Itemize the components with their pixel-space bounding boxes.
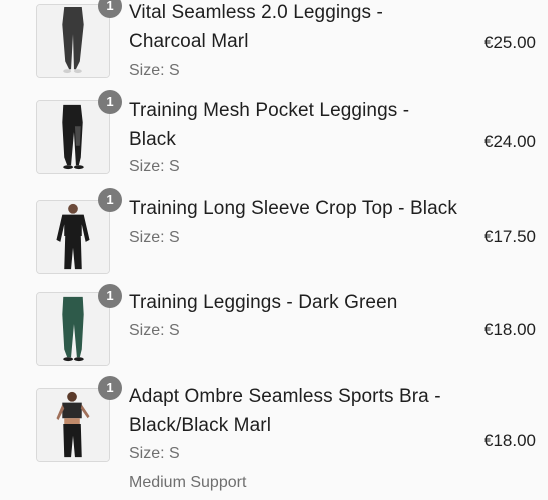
list-item: 1 Training Long Sleeve Crop Top - Black …: [0, 188, 548, 286]
quantity-badge: 1: [98, 284, 122, 308]
product-size: Size: S: [129, 322, 180, 339]
product-size: Size: S: [129, 158, 180, 175]
product-image: [36, 292, 110, 366]
list-item: 1 Adapt Ombre Seamless Sports Bra - Blac…: [0, 376, 548, 500]
list-item: 1 Training Mesh Pocket Leggings - Black …: [0, 90, 548, 194]
product-price: €18.00: [484, 431, 536, 450]
product-image: [36, 388, 110, 462]
product-size: Size: S: [129, 62, 180, 79]
product-price: €25.00: [484, 33, 536, 52]
product-price: €18.00: [484, 320, 536, 339]
product-image: [36, 100, 110, 174]
list-item: 1 Vital Seamless 2.0 Leggings - Charcoal…: [0, 0, 548, 90]
product-price: €24.00: [484, 132, 536, 151]
quantity-badge: 1: [98, 0, 122, 18]
order-summary-list: 1 Vital Seamless 2.0 Leggings - Charcoal…: [0, 0, 548, 500]
quantity-badge: 1: [98, 376, 122, 400]
product-title: Training Long Sleeve Crop Top - Black: [129, 198, 457, 219]
quantity-badge: 1: [98, 188, 122, 212]
quantity-badge: 1: [98, 90, 122, 114]
product-title: Adapt Ombre Seamless Sports Bra - Black/…: [129, 386, 441, 436]
product-size: Size: S: [129, 229, 180, 246]
product-size: Size: S: [129, 445, 180, 462]
product-image: [36, 4, 110, 78]
product-title: Training Leggings - Dark Green: [129, 292, 398, 313]
list-item: 1 Training Leggings - Dark Green Size: S…: [0, 284, 548, 380]
product-title: Training Mesh Pocket Leggings - Black: [129, 100, 410, 150]
product-price: €17.50: [484, 227, 536, 246]
product-image: [36, 200, 110, 274]
product-title: Vital Seamless 2.0 Leggings - Charcoal M…: [129, 2, 383, 52]
product-support-level: Medium Support: [129, 474, 247, 491]
